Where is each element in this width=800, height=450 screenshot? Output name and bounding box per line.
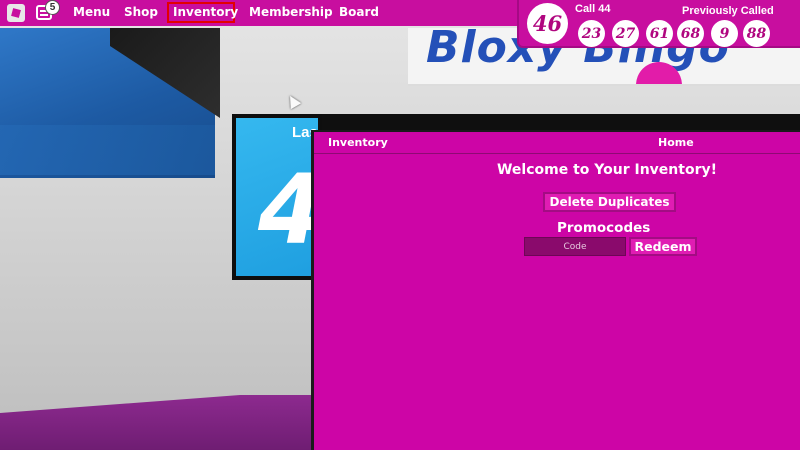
membership-button[interactable]: Membership [249, 5, 333, 19]
scene-blue-ledge [0, 125, 215, 175]
promocodes-label: Promocodes [557, 220, 651, 236]
previous-ball: 88 [743, 20, 770, 47]
previous-ball: 27 [612, 20, 639, 47]
inventory-button[interactable]: Inventory [173, 5, 238, 19]
previous-ball: 23 [578, 20, 605, 47]
inventory-header: Inventory Home [314, 132, 800, 154]
inventory-title: Inventory [328, 136, 388, 149]
menu-button[interactable]: Menu [73, 5, 110, 19]
home-tab[interactable]: Home [658, 136, 694, 149]
chat-badge: 5 [45, 0, 60, 15]
redeem-button[interactable]: Redeem [629, 237, 697, 256]
scene-screen-strip [322, 114, 800, 130]
roblox-logo-icon[interactable] [7, 4, 25, 22]
previously-called-label: Previously Called [682, 5, 774, 17]
previous-ball: 61 [646, 20, 673, 47]
board-button[interactable]: Board [339, 5, 379, 19]
previous-ball: 68 [677, 20, 704, 47]
shop-button[interactable]: Shop [124, 5, 158, 19]
screen-number: 4 [258, 162, 318, 258]
welcome-heading: Welcome to Your Inventory! [496, 162, 717, 178]
delete-duplicates-button[interactable]: Delete Duplicates [543, 192, 676, 212]
previous-ball: 9 [711, 20, 738, 47]
current-ball: 46 [527, 3, 568, 44]
scene-call-screen-display: Last Called 4 [236, 118, 318, 276]
promo-code-input[interactable] [524, 237, 626, 256]
inventory-window: Inventory Home Welcome to Your Inventory… [311, 130, 800, 450]
call-label: Call 44 [575, 3, 611, 15]
scene-call-screen: Last Called 4 [232, 114, 322, 280]
